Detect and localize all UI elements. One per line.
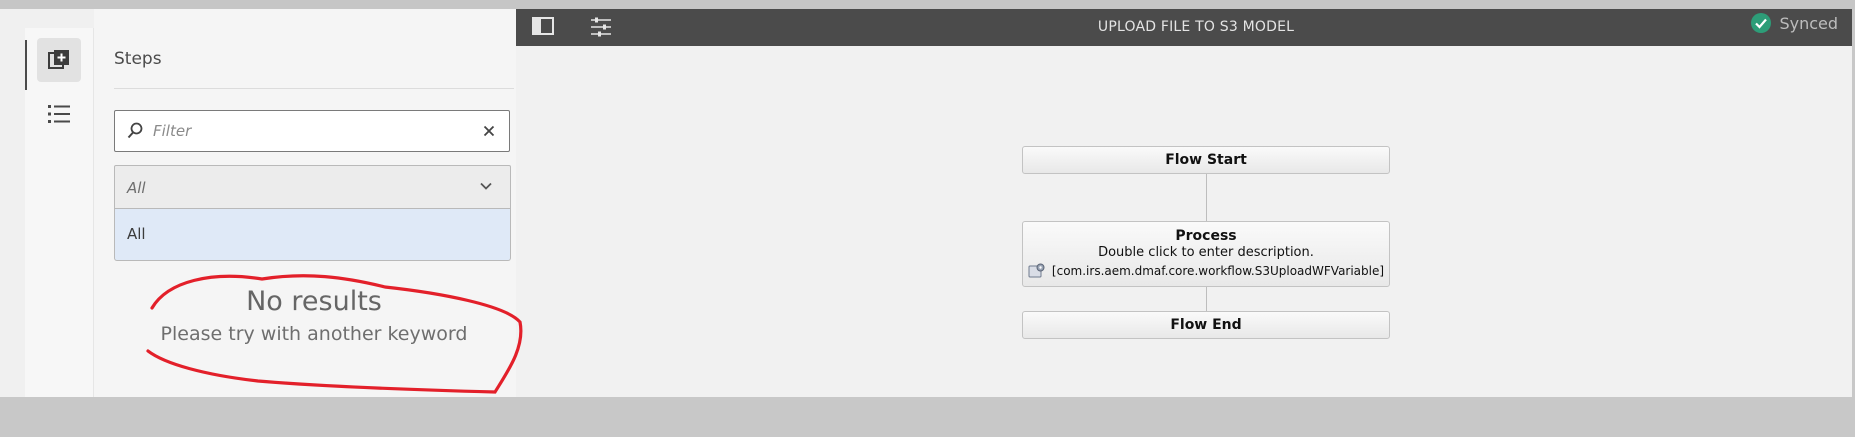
rail-steps-button[interactable] [37, 38, 81, 82]
canvas-header: UPLOAD FILE TO S3 MODEL Synced [516, 9, 1852, 46]
node-flow-end[interactable]: Flow End [1022, 311, 1390, 339]
node-implementation: [com.irs.aem.dmaf.core.workflow.S3Upload… [1023, 263, 1389, 279]
model-title: UPLOAD FILE TO S3 MODEL [1097, 19, 1295, 35]
filter-placeholder: Filter [153, 122, 192, 140]
connector-process-end [1206, 287, 1207, 311]
connector-start-process [1206, 174, 1207, 221]
node-title: Flow End [1170, 317, 1242, 333]
clear-icon[interactable] [483, 125, 495, 137]
list-icon [48, 105, 70, 123]
side-rail [25, 28, 94, 397]
workflow-editor: Steps Filter All All No results Please t… [0, 9, 1852, 397]
steps-panel: Steps Filter All All No results Please t… [94, 9, 516, 397]
node-implementation-text: [com.irs.aem.dmaf.core.workflow.S3Upload… [1051, 264, 1385, 278]
chevron-down-icon [480, 182, 492, 190]
group-select-value: All [127, 179, 146, 197]
node-flow-start[interactable]: Flow Start [1022, 146, 1390, 174]
empty-state-title: No results [246, 286, 382, 317]
node-title: Process [1175, 228, 1237, 244]
panel-title: Steps [114, 49, 162, 69]
empty-state-subtitle: Please try with another keyword [160, 323, 468, 345]
workflow-canvas[interactable]: Flow Start Process Double click to enter… [516, 46, 1852, 397]
node-title: Flow Start [1165, 152, 1247, 168]
sync-status: Synced [1751, 13, 1838, 33]
check-circle-icon [1751, 13, 1772, 33]
rail-list-button[interactable] [37, 92, 81, 136]
filter-input[interactable]: Filter [114, 110, 510, 152]
sync-status-label: Synced [1779, 13, 1838, 33]
process-step-icon [1028, 263, 1045, 278]
search-icon [127, 122, 143, 139]
option-label: All [127, 225, 146, 243]
node-process[interactable]: Process Double click to enter descriptio… [1022, 221, 1390, 287]
node-description: Double click to enter description. [1098, 245, 1314, 260]
add-step-icon [48, 50, 69, 69]
group-select-option-all[interactable]: All [114, 209, 511, 261]
group-select[interactable]: All [114, 165, 511, 209]
panel-divider [114, 88, 514, 89]
window-top-strip [0, 0, 1855, 9]
rail-active-indicator [25, 40, 27, 90]
